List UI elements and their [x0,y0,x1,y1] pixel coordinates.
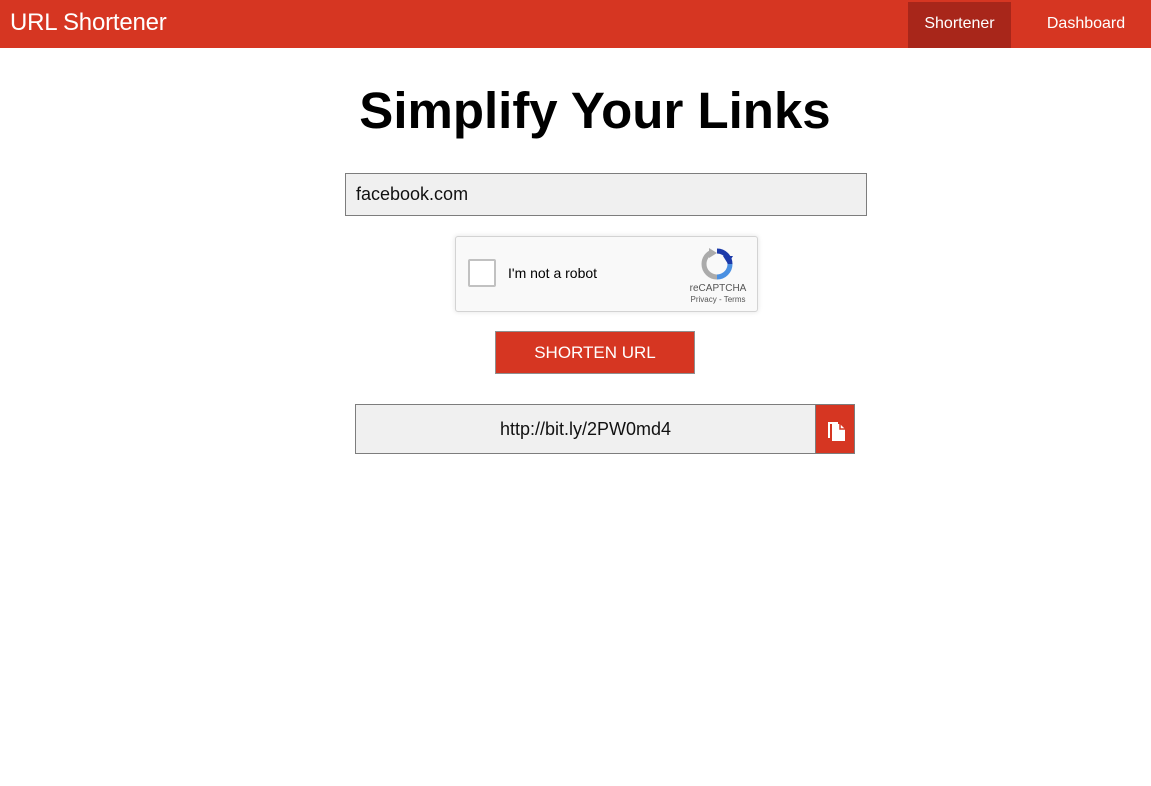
shorten-url-button[interactable]: SHORTEN URL [495,331,695,374]
copy-icon [828,422,845,441]
recaptcha-widget: I'm not a robot reCAPTCHA Privacy - Term… [455,236,758,312]
recaptcha-links[interactable]: Privacy - Terms [678,295,758,304]
url-input[interactable] [345,173,867,216]
recaptcha-checkbox[interactable] [468,259,496,287]
recaptcha-brand: reCAPTCHA [689,283,747,294]
short-url-field[interactable] [355,404,816,454]
recaptcha-logo-icon [701,248,733,280]
nav-item-shortener[interactable]: Shortener [908,2,1011,48]
page-title: Simplify Your Links [359,82,831,139]
brand-title[interactable]: URL Shortener [10,9,167,37]
copy-button[interactable] [815,404,855,454]
recaptcha-label: I'm not a robot [508,265,598,281]
nav-item-dashboard[interactable]: Dashboard [1031,2,1141,48]
top-navbar: URL Shortener Shortener Dashboard [0,0,1151,48]
